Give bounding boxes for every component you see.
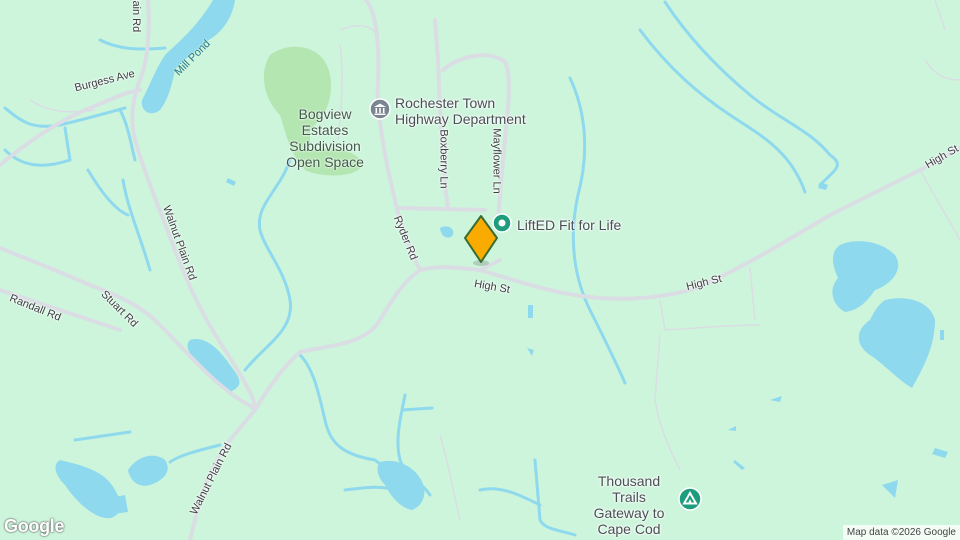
poi-label-rochester-highway-dept[interactable]: Rochester Town Highway Department [395, 95, 535, 127]
map-attribution[interactable]: Map data ©2026 Google [842, 525, 960, 540]
campground-icon[interactable] [678, 487, 702, 516]
government-building-icon[interactable] [369, 98, 391, 125]
poi-name: Rochester Town Highway Department [395, 95, 526, 127]
google-logo: Google [4, 516, 65, 536]
poi-label-lifted-fit[interactable]: LiftED Fit for Life [517, 217, 621, 233]
selected-location-pin-icon[interactable] [463, 214, 499, 271]
poi-label-thousand-trails[interactable]: Thousand Trails Gateway to Cape Cod [583, 473, 675, 537]
map-canvas[interactable]: lain Rd Burgess Ave Mill Pond Walnut Pla… [0, 0, 960, 540]
park-label-bogview: Bogview Estates Subdivision Open Space [286, 106, 364, 170]
road-label-boxberry-ln: Boxberry Ln [437, 129, 450, 189]
road-label-mayflower-ln: Mayflower Ln [490, 128, 503, 194]
road-label-plain-rd: lain Rd [130, 0, 142, 33]
